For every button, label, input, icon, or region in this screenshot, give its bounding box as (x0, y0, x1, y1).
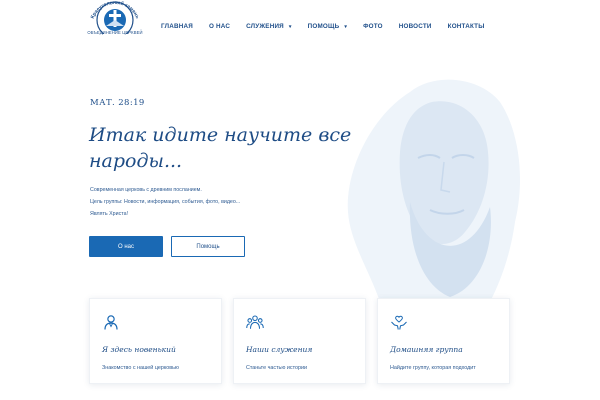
nav-label: СЛУЖЕНИЯ (246, 23, 284, 30)
help-button[interactable]: Помощь (171, 236, 245, 257)
hero-line: Цель группы: Новости, информация, событи… (90, 199, 241, 205)
nav-item-help[interactable]: ПОМОЩЬ ▾ (308, 23, 347, 30)
newcomer-card[interactable]: Я здесь новенький Знакомство с нашей цер… (89, 298, 222, 384)
group-people-icon (246, 315, 264, 329)
card-title: Я здесь новенький (102, 345, 176, 354)
nav-label: НОВОСТИ (398, 23, 432, 30)
home-group-card[interactable]: Домашняя группа Найдите группу, которая … (377, 298, 510, 384)
nav-item-home[interactable]: ГЛАВНАЯ (161, 23, 193, 30)
ministries-card[interactable]: Наши служения Станьте частью истории (233, 298, 366, 384)
nav-label: ПОМОЩЬ (307, 23, 340, 30)
church-logo[interactable]: Краеугольный камень ОБЪЕДИНЕНИЕ ЦЕРКВЕЙ (84, 0, 146, 40)
card-text: Знакомство с нашей церковью (102, 365, 179, 371)
church-emblem-icon: Краеугольный камень (90, 0, 140, 34)
logo-caption: ОБЪЕДИНЕНИЕ ЦЕРКВЕЙ (87, 30, 143, 35)
bible-verse-reference: МАТ. 28:19 (90, 98, 145, 108)
hero-description: Современная церковь с древним посланием.… (90, 184, 240, 220)
hero-title: Итак идите научите все народы... (89, 124, 352, 172)
main-nav: ГЛАВНАЯ О НАС СЛУЖЕНИЯ ▾ ПОМОЩЬ ▾ ФОТО НОВ… (161, 23, 485, 30)
nav-item-news[interactable]: НОВОСТИ (399, 23, 432, 30)
nav-item-about[interactable]: О НАС (209, 23, 230, 30)
hands-heart-icon (391, 315, 407, 330)
nav-label: ГЛАВНАЯ (161, 23, 193, 30)
nav-item-contacts[interactable]: КОНТАКТЫ (448, 23, 485, 30)
nav-label: О НАС (208, 23, 231, 30)
hero-line: Современная церковь с древним посланием. (90, 187, 202, 193)
nav-item-ministries[interactable]: СЛУЖЕНИЯ ▾ (246, 23, 292, 30)
nav-item-photo[interactable]: ФОТО (363, 23, 383, 30)
chevron-down-icon: ▾ (288, 23, 292, 30)
nav-label: КОНТАКТЫ (447, 23, 485, 30)
jesus-portrait-watermark (347, 79, 520, 302)
newcomer-person-icon (104, 315, 118, 330)
card-title: Домашняя группа (390, 345, 463, 354)
card-title: Наши служения (246, 345, 313, 354)
card-text: Найдите группу, которая подходит (390, 365, 476, 371)
nav-label: ФОТО (363, 23, 383, 30)
chevron-down-icon: ▾ (344, 23, 348, 30)
hero-line: Являть Христа! (90, 211, 129, 217)
card-text: Станьте частью истории (246, 365, 308, 371)
about-button[interactable]: О нас (89, 236, 163, 257)
